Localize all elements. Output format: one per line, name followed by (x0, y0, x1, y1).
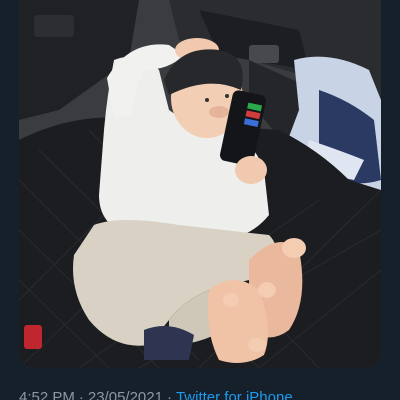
tweet-timestamp-line: 4:52 PM · 23/05/2021 · Twitter for iPhone (19, 389, 293, 400)
separator-dot: · (78, 389, 84, 400)
tweet-detail: 4:52 PM · 23/05/2021 · Twitter for iPhone (0, 0, 400, 400)
tweet-photo[interactable] (19, 0, 381, 368)
photo-baby-in-car-seat (19, 0, 381, 368)
tweet-source-link[interactable]: Twitter for iPhone (176, 389, 293, 400)
separator-dot-2: · (166, 389, 172, 400)
tweet-date[interactable]: 23/05/2021 (88, 389, 163, 400)
tweet-time[interactable]: 4:52 PM (19, 389, 75, 400)
